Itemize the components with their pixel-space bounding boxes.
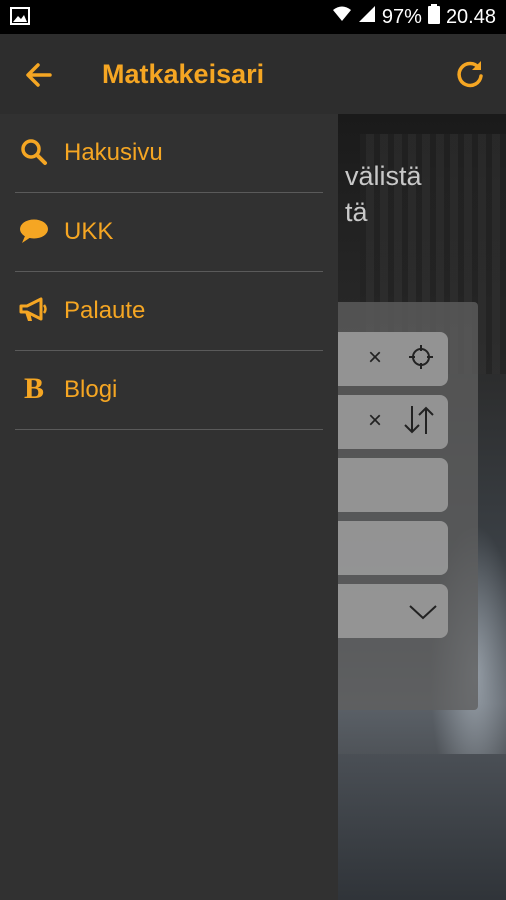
drawer-item-label: Blogi xyxy=(64,376,118,403)
background-heading-line2: tä xyxy=(345,197,368,227)
battery-icon xyxy=(427,4,440,30)
blog-b-icon: B xyxy=(23,372,44,405)
locate-icon[interactable] xyxy=(408,344,434,377)
search-icon xyxy=(18,136,50,168)
refresh-icon[interactable] xyxy=(452,56,488,92)
drawer-menu: Hakusivu UKK Palaute B Blogi xyxy=(0,114,338,430)
clock: 20.48 xyxy=(445,5,496,28)
drawer-item-label: Palaute xyxy=(64,297,146,324)
chevron-down-icon[interactable] xyxy=(408,600,438,628)
to-clear-icon[interactable]: × xyxy=(368,407,382,435)
app-title: Matkakeisari xyxy=(102,59,265,89)
signal-icon xyxy=(358,5,376,29)
platform-floor xyxy=(338,754,506,900)
chat-bubble-icon xyxy=(18,215,50,247)
status-bar: 97% 20.48 xyxy=(0,0,506,34)
gallery-notification-icon xyxy=(10,7,30,25)
drawer-item-label: UKK xyxy=(64,218,114,245)
drawer-item-ukk[interactable]: UKK xyxy=(15,193,323,272)
battery-percent: 97% xyxy=(381,5,422,28)
background-heading-line1: välistä xyxy=(345,161,422,191)
drawer-item-palaute[interactable]: Palaute xyxy=(15,272,323,351)
drawer-item-label: Hakusivu xyxy=(64,139,163,166)
swap-icon[interactable] xyxy=(402,404,436,443)
megaphone-icon xyxy=(18,294,50,326)
from-clear-icon[interactable]: × xyxy=(368,344,382,372)
back-arrow-icon[interactable] xyxy=(22,58,56,92)
wifi-icon xyxy=(332,5,352,29)
status-right: 97% 20.48 xyxy=(332,0,496,34)
background-heading: välistä tä xyxy=(345,158,422,230)
navigation-drawer: Hakusivu UKK Palaute B Blogi xyxy=(0,114,338,900)
app-bar: Matkakeisari xyxy=(0,34,506,114)
drawer-item-blogi[interactable]: B Blogi xyxy=(15,351,323,430)
drawer-item-hakusivu[interactable]: Hakusivu xyxy=(15,114,323,193)
